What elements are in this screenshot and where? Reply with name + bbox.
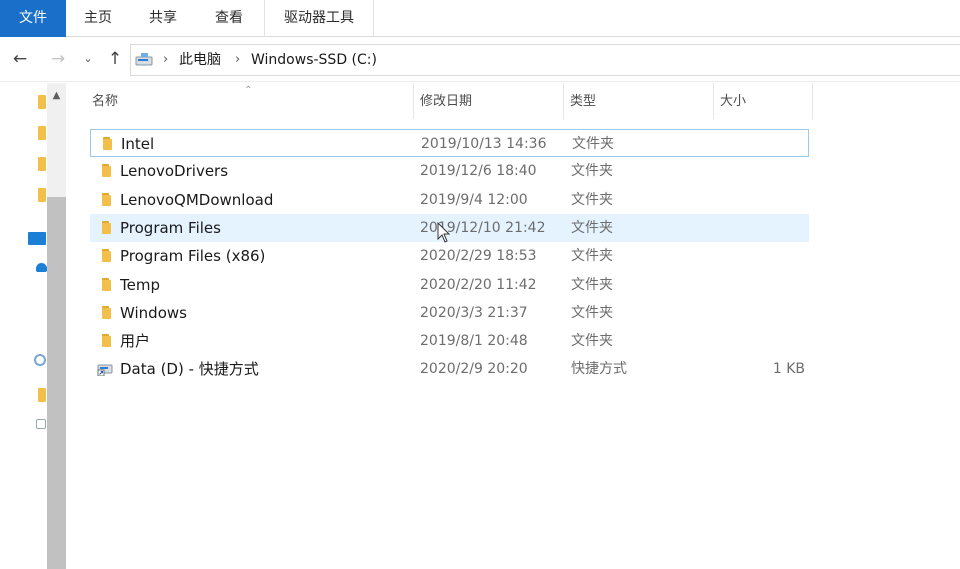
file-type: 文件夹 (572, 136, 614, 152)
arrow-right-icon: → (50, 49, 66, 69)
file-size (690, 186, 805, 214)
network-icon[interactable] (34, 354, 46, 366)
tab-drive-tools[interactable]: 驱动器工具 (264, 0, 374, 37)
column-headers: ⌃ 名称 修改日期 类型 大小 (66, 83, 960, 119)
column-header-date[interactable]: 修改日期 (413, 83, 563, 119)
column-header-size[interactable]: 大小 (713, 83, 813, 119)
file-name: LenovoQMDownload (120, 191, 274, 209)
arrow-up-icon: ↑ (107, 49, 123, 69)
file-name: Intel (121, 135, 155, 153)
mouse-cursor-icon (437, 222, 451, 243)
forward-button[interactable]: → (46, 46, 70, 72)
up-button[interactable]: ↑ (104, 46, 126, 72)
file-date: 2020/2/20 11:42 (420, 277, 537, 293)
file-row[interactable]: Windows 2020/3/3 21:37 文件夹 (90, 299, 809, 327)
folder-icon (102, 334, 111, 347)
recent-locations-button[interactable]: ⌄ (80, 46, 96, 72)
column-header-type[interactable]: 类型 (563, 83, 713, 119)
file-date: 2019/9/4 12:00 (420, 192, 528, 208)
folder-icon (102, 221, 111, 234)
arrow-left-icon: ← (12, 49, 28, 69)
breadcrumb-this-pc[interactable]: 此电脑 (179, 45, 221, 75)
file-size (690, 214, 805, 242)
folder-icon (102, 306, 111, 319)
file-name: 用户 (120, 332, 151, 350)
file-type: 文件夹 (571, 192, 613, 208)
file-row[interactable]: Program Files (x86) 2020/2/29 18:53 文件夹 (90, 242, 809, 270)
file-size (690, 242, 805, 270)
file-type: 快捷方式 (571, 361, 627, 377)
file-type: 文件夹 (571, 163, 613, 179)
onedrive-icon[interactable] (36, 263, 47, 272)
file-size (690, 299, 805, 327)
folder-icon[interactable] (38, 157, 46, 171)
tab-home[interactable]: 主页 (66, 0, 130, 37)
scroll-up-button[interactable]: ▲ (47, 86, 66, 106)
file-size (690, 327, 805, 355)
shortcut-icon (97, 364, 113, 376)
address-bar[interactable]: › 此电脑 › Windows-SSD (C:) (130, 44, 960, 76)
breadcrumb-current-drive[interactable]: Windows-SSD (C:) (251, 45, 377, 75)
back-button[interactable]: ← (8, 46, 32, 72)
file-type: 文件夹 (571, 220, 613, 236)
file-size: 1 KB (772, 361, 805, 377)
folder-icon (103, 137, 112, 150)
file-date: 2019/12/6 18:40 (420, 163, 537, 179)
file-type: 文件夹 (571, 248, 613, 264)
folder-icon[interactable] (38, 95, 46, 109)
folder-icon[interactable] (38, 126, 46, 140)
file-size (691, 130, 806, 158)
navigation-pane (0, 83, 47, 569)
drive-icon[interactable] (36, 419, 46, 429)
this-pc-icon[interactable] (28, 232, 46, 245)
file-row[interactable]: Intel 2019/10/13 14:36 文件夹 (90, 129, 809, 157)
file-date: 2020/2/29 18:53 (420, 248, 537, 264)
folder-icon (102, 278, 111, 291)
file-name: Program Files (120, 219, 221, 237)
file-date: 2020/2/9 20:20 (420, 361, 528, 377)
tab-share[interactable]: 共享 (130, 0, 196, 37)
folder-icon (102, 193, 111, 206)
file-date: 2020/3/3 21:37 (420, 305, 528, 321)
file-date: 2019/8/1 20:48 (420, 333, 528, 349)
scrollbar-thumb[interactable] (47, 197, 66, 569)
ribbon-tab-bar: 文件 主页 共享 查看 驱动器工具 (0, 0, 960, 37)
folder-icon[interactable] (38, 388, 46, 402)
file-row[interactable]: Temp 2020/2/20 11:42 文件夹 (90, 271, 809, 299)
tab-file[interactable]: 文件 (0, 0, 66, 37)
folder-icon (102, 164, 111, 177)
file-row[interactable]: LenovoQMDownload 2019/9/4 12:00 文件夹 (90, 186, 809, 214)
breadcrumb-separator[interactable]: › (163, 45, 168, 75)
tab-view[interactable]: 查看 (196, 0, 262, 37)
file-name: Data (D) - 快捷方式 (120, 360, 259, 378)
file-name: LenovoDrivers (120, 162, 229, 180)
file-type: 文件夹 (571, 333, 613, 349)
file-type: 文件夹 (571, 277, 613, 293)
folder-icon (102, 249, 111, 262)
file-date: 2019/10/13 14:36 (421, 136, 547, 152)
file-name: Temp (120, 276, 160, 294)
navigation-bar: ← → ⌄ ↑ › 此电脑 › Windows-SSD (C:) (0, 38, 960, 82)
chevron-down-icon: ⌄ (83, 52, 93, 65)
file-row[interactable]: LenovoDrivers 2019/12/6 18:40 文件夹 (90, 157, 809, 185)
drive-icon (135, 53, 153, 66)
file-row[interactable]: Data (D) - 快捷方式 2020/2/9 20:20 快捷方式 1 KB (90, 355, 809, 383)
breadcrumb-separator[interactable]: › (235, 45, 240, 75)
file-name: Program Files (x86) (120, 247, 266, 265)
folder-icon[interactable] (38, 188, 46, 202)
file-size (690, 271, 805, 299)
file-size (690, 157, 805, 185)
file-name: Windows (120, 304, 187, 322)
column-header-name[interactable]: 名称 (86, 83, 412, 119)
file-row[interactable]: 用户 2019/8/1 20:48 文件夹 (90, 327, 809, 355)
file-type: 文件夹 (571, 305, 613, 321)
